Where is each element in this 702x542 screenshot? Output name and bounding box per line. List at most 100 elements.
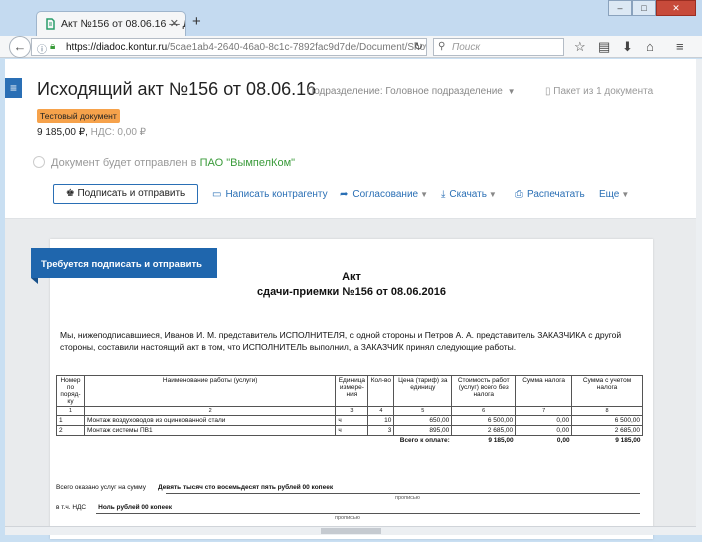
download-arrow-icon: ⤓ [441,189,446,200]
col-header: Кол-во [367,375,395,407]
col-number: 4 [367,406,395,416]
maximize-icon[interactable]: □ [632,0,656,16]
chevron-down-icon: ▼ [507,87,516,96]
recipient-radio[interactable] [33,156,45,168]
col-header: Сумма налога [515,375,573,407]
vat-line: в т.ч. НДС Ноль рублей 00 копеек [56,504,172,511]
download-label: Скачать [449,189,487,200]
division-select[interactable]: Подразделение: Головное подразделение ▼ [307,86,516,97]
table-cell: 0,00 [515,425,573,436]
packet-link[interactable]: ▯ Пакет из 1 документа [545,86,653,97]
signature-icon: ♚ [65,188,75,199]
tab-close-icon[interactable]: ✕ [170,17,179,30]
act-title-line1: Акт [342,271,361,283]
write-counterparty-label: Написать контрагенту [225,189,328,200]
test-document-badge: Тестовый документ [37,109,120,123]
document-amount: 9 185,00 ₽, НДС: 0,00 ₽ [37,127,146,138]
sum-underline [166,493,640,494]
table-cell: 6 500,00 [571,415,643,426]
table-cell: 650,00 [393,415,453,426]
vat-label: в т.ч. НДС [56,504,87,511]
sum-hint: прописью [395,495,420,501]
col-header: Номер по поряд-ку [56,375,85,407]
table-cell: 3 [367,425,395,436]
works-table: Номер по поряд-ку Наименование работы (у… [56,375,643,445]
chevron-down-icon: ▼ [621,190,630,199]
download-icon[interactable]: ⬇ [622,39,633,55]
scroll-thumb[interactable] [321,528,381,534]
total-net: 9 185,00 [488,437,514,444]
table-cell: ч [335,425,369,436]
browser-navbar: ⓘ 🔒︎ https://diadoc.kontur.ru/5cae1ab4-2… [0,36,702,58]
col-number: 8 [571,406,643,416]
col-header: Цена (тариф) за единицу [393,375,453,407]
search-input[interactable]: ⚲ Поиск [433,38,564,56]
col-header: Единица измере-ния [335,375,369,407]
table-cell: 0,00 [515,415,573,426]
table-row: 1 Монтаж воздуховодов из оцинкованной ст… [56,415,643,426]
col-header: Сумма с учетом налога [571,375,643,407]
sign-and-send-button[interactable]: ♚ Подписать и отправить [53,184,198,204]
table-row: 2 Монтаж системы ПВ1 ч 3 895,00 2 685,00… [56,425,643,436]
col-number: 7 [515,406,573,416]
minimize-icon[interactable]: – [608,0,632,16]
table-cell: 2 685,00 [571,425,643,436]
search-placeholder: Поиск [452,42,481,53]
table-cell: Монтаж воздуховодов из оцинкованной стал… [83,415,337,426]
table-cell: Монтаж системы ПВ1 [83,425,337,436]
act-title: Акт сдачи-приемки №156 от 08.06.2016 [50,270,653,300]
home-icon[interactable]: ⌂ [646,39,654,54]
recipient-name[interactable]: ПАО "ВымпелКом" [200,157,295,169]
approval-button[interactable]: ➦ Согласование ▼ [340,189,428,200]
horizontal-scrollbar[interactable] [5,526,696,535]
browser-titlebar: Акт №156 от 08.06.16 — Д... ✕ + – □ ✕ [0,0,702,36]
window-close-icon[interactable]: ✕ [656,0,696,16]
lock-icon[interactable]: 🔒︎ [50,41,55,52]
division-label: Подразделение: Головное подразделение [307,86,503,97]
menu-icon[interactable]: ≡ [676,39,684,54]
vat-words: Ноль рублей 00 копеек [98,504,172,511]
new-tab-button[interactable]: + [192,13,201,30]
url-domain: https://diadoc.kontur.ru [66,42,168,53]
write-counterparty-button[interactable]: ▭ Написать контрагенту [212,189,328,200]
total-row: Всего к оплате: 9 185,00 0,00 9 185,00 [57,436,643,446]
page-title: Исходящий акт №156 от 08.06.16 [37,79,317,99]
print-button[interactable]: ⎙ Распечатать [515,189,585,200]
star-icon[interactable]: ☆ [574,39,586,55]
table-cell: 895,00 [393,425,453,436]
printer-icon: ⎙ [515,189,523,200]
sum-label: Всего оказано услуг на сумму [56,484,146,491]
address-bar[interactable]: ⓘ 🔒︎ https://diadoc.kontur.ru/5cae1ab4-2… [31,38,427,56]
vat-underline [96,513,640,514]
tab-title: Акт №156 от 08.06.16 — Д... [61,18,186,30]
sign-and-send-label: Подписать и отправить [77,188,186,199]
total-label: Всего к оплате: [399,437,450,444]
browser-tab[interactable]: Акт №156 от 08.06.16 — Д... ✕ [36,11,186,36]
document-icon: ▯ [545,86,551,97]
total-gross: 9 185,00 [615,437,641,444]
more-label: Еще [599,189,620,200]
chevron-down-icon: ▼ [420,190,429,199]
download-button[interactable]: ⤓ Скачать ▼ [441,189,497,200]
reload-icon[interactable]: ↻ [414,40,423,53]
more-button[interactable]: Еще ▼ [599,189,629,200]
approval-label: Согласование [352,189,419,200]
act-intro-text: Мы, нижеподписавшиеся, Иванов И. М. пред… [60,330,622,352]
search-icon: ⚲ [438,41,446,52]
recipient-line: Документ будет отправлен в ПАО "ВымпелКо… [33,156,295,169]
col-number: 1 [56,406,85,416]
back-icon[interactable]: ← [9,36,31,58]
amount-vat: НДС: 0,00 ₽ [90,127,147,138]
info-icon[interactable]: ⓘ [37,41,47,55]
sidebar-menu-button[interactable]: ≡ [5,78,22,98]
sum-line: Всего оказано услуг на сумму Девять тысяч… [56,484,333,491]
col-header: Наименование работы (услуги) [83,375,337,407]
col-number: 3 [335,406,369,416]
print-label: Распечатать [527,189,585,200]
col-number: 6 [451,406,517,416]
table-cell: 1 [56,415,85,426]
reading-list-icon[interactable]: ▤ [598,39,610,55]
sum-words: Девять тысяч сто восемьдесят пять рублей… [157,484,334,491]
vertical-scrollbar[interactable] [696,59,702,535]
packet-label: Пакет из 1 документа [553,86,654,97]
